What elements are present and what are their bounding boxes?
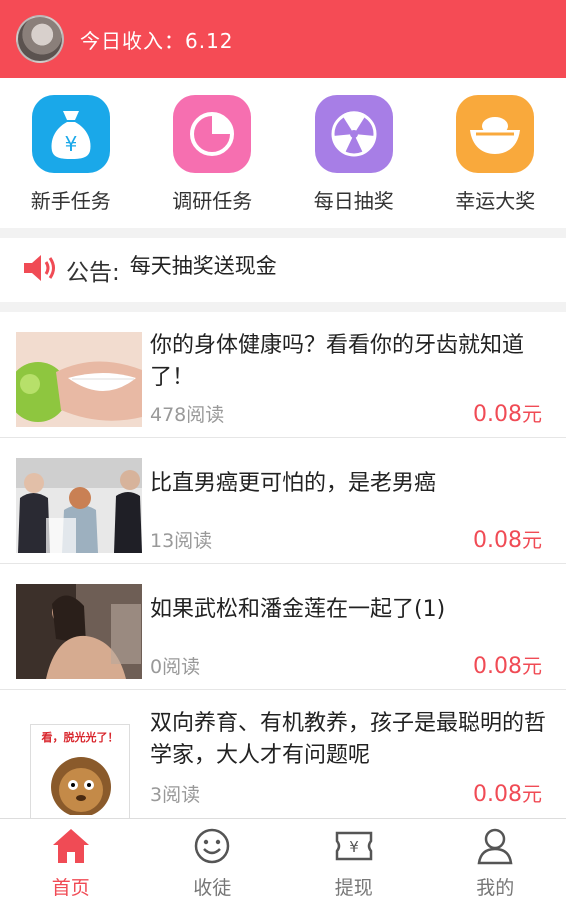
notice-title: 公告: — [66, 260, 120, 286]
quick-action-label: 每日抽奖 — [313, 189, 394, 213]
svg-text:¥: ¥ — [349, 838, 359, 856]
article-reward: 0.08元 — [473, 402, 542, 427]
article-item[interactable]: 看，脱光光了！ 双向养育、有机教养，孩子是最聪明的哲学家，大人才有问题呢 3阅读… — [0, 690, 566, 818]
today-income: 今日收入：6.12 — [80, 28, 234, 53]
smiley-icon — [192, 827, 232, 869]
user-icon — [475, 827, 515, 869]
quick-actions: ¥ 新手任务 调研任务 每日抽奖 幸运大奖 — [0, 78, 566, 228]
tab-mine[interactable]: 我的 — [425, 819, 566, 900]
article-item[interactable]: 比直男癌更可怕的，是老男癌 13阅读 0.08元 — [0, 438, 566, 564]
article-title: 比直男癌更可怕的，是老男癌 — [150, 471, 437, 496]
article-feed[interactable]: 你的身体健康吗？看看你的牙齿就知道了！ 478阅读 0.08元 比直男癌更可怕的… — [0, 312, 566, 818]
quick-action-survey-task[interactable]: 调研任务 — [142, 78, 284, 228]
quick-action-label: 调研任务 — [172, 189, 253, 213]
thumbnail-caption: 看，脱光光了！ — [41, 731, 119, 744]
tab-label: 我的 — [476, 877, 515, 899]
quick-action-newbie-task[interactable]: ¥ 新手任务 — [0, 78, 142, 228]
bottom-tab-bar: 首页 收徒 ¥ 提现 我的 — [0, 818, 566, 900]
gold-ingot-icon — [456, 95, 535, 173]
avatar[interactable] — [16, 15, 64, 63]
tab-home[interactable]: 首页 — [0, 819, 142, 900]
tab-label: 提现 — [334, 877, 373, 899]
pie-chart-icon — [173, 95, 252, 173]
article-reward: 0.08元 — [473, 528, 542, 553]
quick-action-label: 新手任务 — [30, 189, 111, 213]
tab-label: 收徒 — [193, 877, 232, 899]
article-thumbnail — [16, 332, 142, 427]
quick-action-daily-lottery[interactable]: 每日抽奖 — [283, 78, 425, 228]
lottery-wheel-icon — [314, 95, 393, 173]
article-item[interactable]: 你的身体健康吗？看看你的牙齿就知道了！ 478阅读 0.08元 — [0, 312, 566, 438]
article-title: 双向养育、有机教养，孩子是最聪明的哲学家，大人才有问题呢 — [150, 711, 547, 768]
tab-apprentice[interactable]: 收徒 — [142, 819, 284, 900]
quick-action-lucky-prize[interactable]: 幸运大奖 — [425, 78, 566, 228]
article-thumbnail: 看，脱光光了！ — [30, 724, 130, 818]
home-icon — [51, 827, 91, 869]
notice-bar[interactable]: 公告: 每天抽奖送现金 — [0, 238, 566, 302]
money-bag-icon: ¥ — [31, 95, 110, 173]
tab-label: 首页 — [51, 877, 90, 899]
article-thumbnail — [16, 584, 142, 679]
svg-text:¥: ¥ — [64, 132, 77, 156]
article-read-count: 13阅读 — [150, 530, 213, 552]
article-read-count: 478阅读 — [150, 404, 225, 426]
article-reward: 0.08元 — [473, 654, 542, 679]
article-title: 你的身体健康吗？看看你的牙齿就知道了！ — [150, 333, 525, 390]
article-reward: 0.08元 — [473, 782, 542, 807]
notice-text: 每天抽奖送现金 — [129, 254, 277, 278]
withdraw-yen-icon: ¥ — [334, 827, 374, 869]
speaker-icon — [22, 253, 60, 287]
article-title: 如果武松和潘金莲在一起了(1) — [150, 597, 446, 622]
tab-withdraw[interactable]: ¥ 提现 — [283, 819, 425, 900]
article-read-count: 0阅读 — [150, 656, 201, 678]
quick-action-label: 幸运大奖 — [455, 189, 536, 213]
article-read-count: 3阅读 — [150, 784, 201, 806]
top-bar: 今日收入：6.12 — [0, 0, 566, 78]
article-thumbnail — [16, 458, 142, 553]
article-item[interactable]: 如果武松和潘金莲在一起了(1) 0阅读 0.08元 — [0, 564, 566, 690]
